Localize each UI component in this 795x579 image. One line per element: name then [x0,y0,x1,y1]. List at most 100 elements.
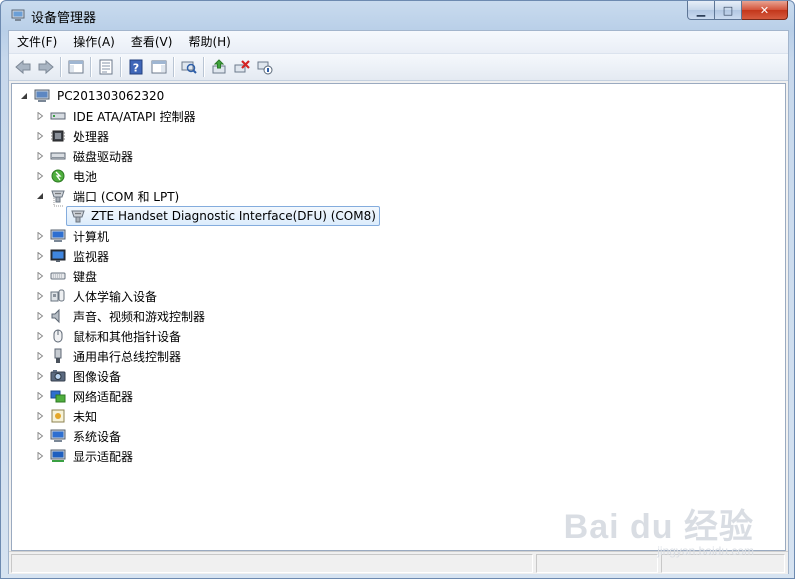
selected-device-highlight[interactable]: ZTE Handset Diagnostic Interface(DFU) (C… [66,206,380,226]
action-pane-icon [151,60,166,74]
expand-triangle-icon[interactable] [34,452,46,460]
properties-button[interactable] [94,56,117,78]
expand-triangle-icon[interactable] [34,132,46,140]
tree-root-label: PC201303062320 [57,89,165,103]
tree-category-row[interactable]: 网络适配器 [34,386,135,406]
display-adapter-icon [50,449,66,462]
tree-category-label: 人体学输入设备 [73,289,158,304]
tree-category-row[interactable]: 鼠标和其他指针设备 [34,326,183,346]
menu-action[interactable]: 操作(A) [65,32,123,52]
tree-category-row[interactable]: 系统设备 [34,426,123,446]
tree-category-row[interactable]: 图像设备 [34,366,123,386]
forward-button[interactable] [34,56,57,78]
keyboard-icon [50,272,66,280]
device-tree[interactable]: PC201303062320 IDE ATA/ATAPI 控制器 处理器磁盘驱动器… [11,83,786,551]
menu-file[interactable]: 文件(F) [9,32,65,52]
computer-icon [50,229,66,242]
tree-category-label: 电池 [73,169,98,184]
expand-triangle-icon[interactable] [34,352,46,360]
tree-category-row[interactable]: 声音、视频和游戏控制器 [34,306,207,326]
svg-text:?: ? [132,62,138,75]
help-button[interactable]: ? [124,56,147,78]
network-icon [50,390,66,403]
expand-triangle-icon[interactable] [34,312,46,320]
menu-bar: 文件(F) 操作(A) 查看(V) 帮助(H) [9,31,788,54]
tree-category-row[interactable]: 监视器 [34,246,111,266]
menu-help[interactable]: 帮助(H) [180,32,238,52]
tree-category-label: IDE ATA/ATAPI 控制器 [73,109,196,124]
device-manager-icon [11,9,25,21]
expand-triangle-icon[interactable] [34,112,46,120]
battery-icon [51,169,65,183]
disk-drive-icon [50,152,66,160]
ide-controller-icon [50,112,66,120]
tree-category-row[interactable]: 未知 [34,406,99,426]
expand-triangle-icon[interactable] [34,332,46,340]
collapse-triangle-icon[interactable] [18,92,30,100]
properties-icon [99,59,112,75]
maximize-button[interactable]: □ [715,1,742,20]
tree-category-row[interactable]: 磁盘驱动器 [34,146,135,166]
watermark-main-text: Bai du 经验 [563,508,754,546]
expand-triangle-icon[interactable] [34,292,46,300]
expand-triangle-icon[interactable] [34,392,46,400]
processor-icon [51,130,65,142]
tree-category-row[interactable]: 电池 [34,166,99,186]
toolbar-separator [173,57,174,77]
tree-category-label: 系统设备 [73,429,122,444]
menu-view[interactable]: 查看(V) [123,32,181,52]
expand-triangle-icon[interactable] [34,432,46,440]
update-driver-button[interactable] [207,56,230,78]
uninstall-button[interactable] [230,56,253,78]
toolbar: ? [9,54,788,81]
tree-category-row[interactable]: 处理器 [34,126,111,146]
back-arrow-icon [14,59,30,75]
tree-category-row[interactable]: 键盘 [34,266,99,286]
disable-device-button[interactable] [253,56,276,78]
unknown-device-icon [51,409,65,423]
speaker-icon [51,308,60,324]
tree-category-row[interactable]: 端口 (COM 和 LPT) [34,186,181,206]
tree-category-label: 图像设备 [73,369,122,384]
expand-triangle-icon[interactable] [34,272,46,280]
window-title: 设备管理器 [31,11,97,26]
uninstall-icon [234,60,250,73]
baidu-jingyan-watermark: Bai du 经验 jingyan.baidu.com [564,499,754,558]
tree-root-row[interactable]: PC201303062320 [18,86,166,106]
tree-category-row[interactable]: 计算机 [34,226,111,246]
action-pane-button[interactable] [147,56,170,78]
tree-category-label: 端口 (COM 和 LPT) [73,189,180,204]
status-segment [11,554,533,573]
tree-category-label: 通用串行总线控制器 [73,349,182,364]
device-manager-window: 设备管理器 ▁ □ ✕ 文件(F) 操作(A) 查看(V) 帮助(H) ? PC… [0,0,795,579]
expand-triangle-icon[interactable] [34,252,46,260]
scan-hardware-button[interactable] [177,56,200,78]
minimize-button[interactable]: ▁ [687,1,715,20]
expand-triangle-icon[interactable] [34,412,46,420]
tree-category-label: 处理器 [73,129,110,144]
collapse-triangle-icon[interactable] [34,192,46,200]
computer-icon [34,89,50,102]
close-button[interactable]: ✕ [742,1,788,20]
tree-category-label: 网络适配器 [73,389,134,404]
show-hide-console-tree-icon [68,60,83,74]
caption-buttons: ▁ □ ✕ [687,1,788,21]
tree-category-row[interactable]: 人体学输入设备 [34,286,159,306]
tree-category-label: 键盘 [73,269,98,284]
expand-triangle-icon[interactable] [34,372,46,380]
tree-category-label: 未知 [73,409,98,424]
back-button[interactable] [11,56,34,78]
tree-category-row[interactable]: 显示适配器 [34,446,135,466]
toolbar-separator [203,57,204,77]
tree-category-row[interactable]: IDE ATA/ATAPI 控制器 [34,106,198,126]
title-bar[interactable]: 设备管理器 ▁ □ ✕ [1,1,794,29]
expand-triangle-icon[interactable] [34,172,46,180]
expand-triangle-icon[interactable] [34,152,46,160]
system-device-icon [50,429,66,442]
tree-device-row[interactable]: ZTE Handset Diagnostic Interface(DFU) (C… [66,206,380,226]
port-icon [51,190,65,203]
update-driver-icon [212,59,225,74]
show-hide-tree-button[interactable] [64,56,87,78]
tree-category-row[interactable]: 通用串行总线控制器 [34,346,183,366]
expand-triangle-icon[interactable] [34,232,46,240]
